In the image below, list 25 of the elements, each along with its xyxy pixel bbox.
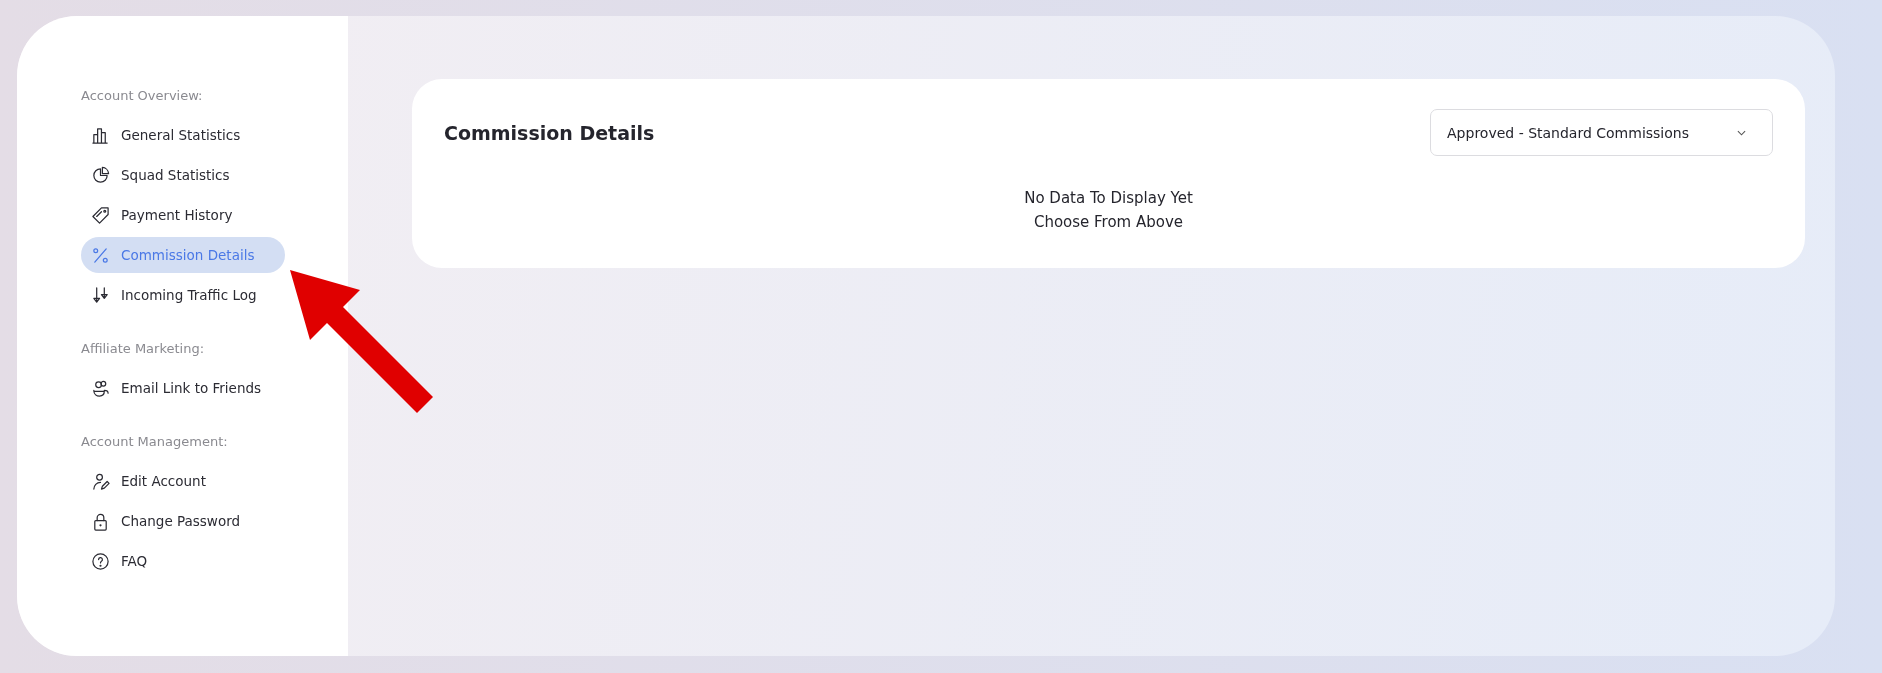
sidebar-item[interactable]: Incoming Traffic Log — [81, 277, 267, 313]
empty-message: Choose From Above — [1032, 212, 1185, 233]
lock-icon — [91, 511, 110, 531]
sidebar-item[interactable]: Change Password — [81, 503, 251, 539]
bar-chart-icon — [91, 125, 110, 145]
help-icon — [91, 551, 110, 571]
empty-message: No Data To Display Yet — [1023, 188, 1194, 209]
sidebar-item[interactable]: Payment History — [81, 197, 243, 233]
sidebar-item[interactable]: Email Link to Friends — [81, 370, 272, 406]
pie-chart-icon — [91, 165, 110, 185]
chevron-down-icon — [1737, 129, 1746, 136]
card-title: Commission Details — [444, 121, 655, 144]
sidebar-item[interactable]: General Statistics — [81, 117, 251, 153]
tag-icon — [91, 205, 110, 225]
people-icon — [91, 378, 110, 398]
section-label: Account Overview: — [81, 88, 204, 103]
down-arrows-icon — [91, 285, 110, 305]
percent-icon — [91, 245, 110, 265]
sidebar-item[interactable]: FAQ — [81, 543, 158, 579]
user-edit-icon — [91, 471, 110, 491]
sidebar-item[interactable]: Edit Account — [81, 463, 216, 499]
section-label: Affiliate Marketing: — [81, 341, 206, 356]
section-label: Account Management: — [81, 434, 229, 449]
status-dropdown[interactable]: Approved - Standard Commissions — [1430, 109, 1773, 156]
sidebar-item[interactable]: Squad Statistics — [81, 157, 240, 193]
